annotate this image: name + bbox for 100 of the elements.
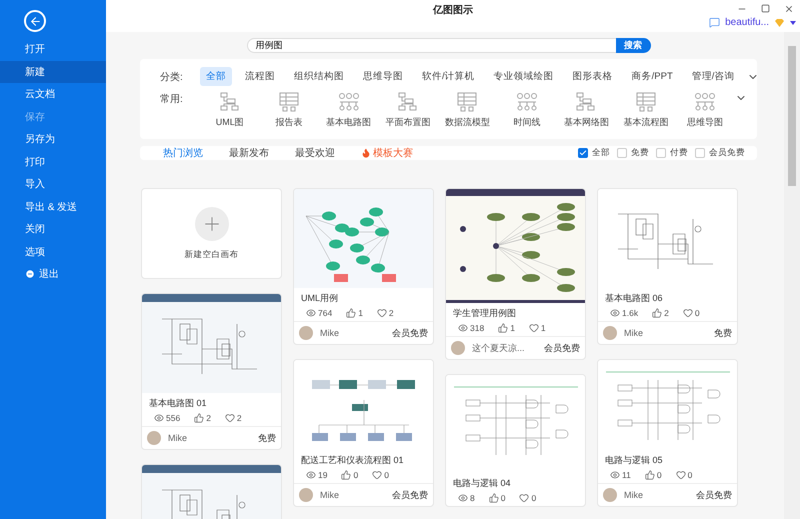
template-card[interactable]: 学生管理用例图 318 1 1 这个夏天凉... 会员免费 bbox=[445, 188, 586, 360]
sort-tab[interactable]: 热门浏览 bbox=[163, 146, 203, 160]
avatar bbox=[451, 341, 465, 355]
price-filter[interactable]: 免费 bbox=[617, 147, 649, 159]
favorites-count: 2 bbox=[224, 413, 242, 423]
common-diagram-type[interactable]: 基本流程图 bbox=[616, 92, 676, 129]
common-diagram-type[interactable]: 报告表 bbox=[259, 92, 319, 129]
sidebar-item[interactable]: 导出 & 发送 bbox=[0, 196, 106, 218]
template-title: 配送工艺和仪表流程图 01 bbox=[300, 454, 405, 467]
search-button[interactable]: 搜索 bbox=[616, 38, 650, 53]
diagram-type-icon bbox=[278, 92, 300, 112]
new-blank-canvas-card[interactable]: 新建空白画布 bbox=[141, 188, 282, 279]
sort-tab[interactable]: 最受欢迎 bbox=[295, 146, 335, 160]
favorites-count: 0 bbox=[676, 470, 692, 480]
common-diagram-type[interactable]: UML图 bbox=[200, 92, 260, 129]
common-diagram-type[interactable]: 数据流模型 bbox=[438, 92, 498, 129]
sidebar-item[interactable]: 关闭 bbox=[0, 218, 106, 240]
template-card[interactable]: 配送工艺和仪表流程图 01 19 0 0 Mike 会员免费 bbox=[293, 359, 434, 507]
search-field[interactable]: 用例图 bbox=[246, 38, 616, 53]
category-chip[interactable]: 专业领域绘图 bbox=[488, 67, 560, 86]
avatar bbox=[299, 488, 313, 502]
checkbox[interactable] bbox=[617, 148, 627, 158]
flame-icon bbox=[361, 148, 371, 158]
price-filter[interactable]: 全部 bbox=[578, 147, 610, 159]
checkbox[interactable] bbox=[578, 148, 588, 158]
sidebar-item[interactable]: 选项 bbox=[0, 240, 106, 263]
favorites-count: 0 bbox=[682, 308, 700, 318]
heart-icon bbox=[376, 308, 387, 318]
diagram-type-icon bbox=[694, 92, 716, 112]
author-name[interactable]: Mike bbox=[624, 490, 689, 500]
category-chip[interactable]: 思维导图 bbox=[357, 67, 409, 86]
views-count: 8 bbox=[458, 493, 475, 503]
thumbs-up-icon bbox=[194, 413, 204, 423]
price-label: 免费 bbox=[714, 326, 732, 340]
close-icon bbox=[784, 4, 794, 14]
template-title: 学生管理用例图 bbox=[452, 307, 517, 320]
diagram-type-icon bbox=[634, 92, 657, 112]
common-diagram-type[interactable]: 时间线 bbox=[497, 92, 557, 129]
sidebar-item[interactable]: 打印 bbox=[0, 150, 106, 173]
diamond-icon bbox=[774, 18, 785, 28]
price-label: 会员免费 bbox=[392, 326, 428, 340]
sidebar-item[interactable]: 打开 bbox=[0, 38, 106, 60]
template-card[interactable]: 电路与逻辑 05 11 0 0 Mike 会员免费 bbox=[597, 359, 738, 507]
eye-icon bbox=[458, 493, 468, 503]
category-chip[interactable]: 组织结构图 bbox=[288, 67, 350, 86]
back-button[interactable] bbox=[24, 10, 46, 32]
template-card[interactable]: UML用例 764 1 2 Mike 会员免费 bbox=[293, 188, 434, 345]
avatar bbox=[603, 326, 617, 340]
author-name[interactable]: Mike bbox=[320, 490, 385, 500]
author-name[interactable]: Mike bbox=[168, 433, 251, 443]
likes-count: 2 bbox=[194, 413, 211, 423]
diagram-type-icon bbox=[516, 92, 538, 112]
common-diagram-type[interactable]: 基本电路图 bbox=[318, 92, 378, 129]
template-title: 电路与逻辑 04 bbox=[452, 477, 512, 490]
favorites-count: 2 bbox=[376, 308, 394, 318]
checkbox[interactable] bbox=[695, 148, 705, 158]
views-count: 764 bbox=[306, 308, 332, 318]
common-label: 常用: bbox=[160, 92, 184, 106]
caret-icon[interactable] bbox=[790, 20, 796, 24]
likes-count: 1 bbox=[498, 323, 515, 333]
category-chip[interactable]: 管理/咨询 bbox=[686, 67, 740, 86]
author-name[interactable]: Mike bbox=[320, 328, 385, 338]
template-card[interactable]: 基本电路图 01 556 2 2 Mike 免费 bbox=[141, 293, 282, 450]
author-name[interactable]: Mike bbox=[624, 328, 707, 338]
heart-icon bbox=[519, 493, 530, 503]
sidebar-item[interactable]: 云文档 bbox=[0, 83, 106, 106]
price-filter[interactable]: 会员免费 bbox=[695, 147, 745, 159]
template-title: 基本电路图 01 bbox=[148, 397, 208, 410]
likes-count: 0 bbox=[644, 470, 662, 480]
diagram-type-icon bbox=[338, 92, 360, 112]
template-card[interactable]: 基本电路图 06 1.6k 2 0 Mike 免费 bbox=[597, 188, 738, 345]
category-chip[interactable]: 软件/计算机 bbox=[416, 67, 481, 86]
sidebar-item[interactable]: 退出 bbox=[0, 263, 106, 286]
category-chip[interactable]: 图形表格 bbox=[566, 67, 619, 86]
diagram-type-icon bbox=[456, 92, 478, 112]
author-name[interactable]: 这个夏天凉... bbox=[472, 342, 537, 354]
price-label: 会员免费 bbox=[392, 488, 428, 502]
heart-icon bbox=[224, 413, 235, 423]
user-name[interactable]: beautifu... bbox=[725, 17, 769, 28]
template-card[interactable]: 电路与逻辑 04 8 0 0 bbox=[445, 374, 586, 507]
eye-icon bbox=[306, 308, 316, 318]
heart-icon bbox=[372, 470, 382, 480]
sidebar-item[interactable]: 导入 bbox=[0, 173, 106, 196]
thumbs-up-icon bbox=[498, 323, 508, 333]
category-chip[interactable]: 流程图 bbox=[239, 67, 281, 86]
common-diagram-type[interactable]: 基本网络图 bbox=[556, 92, 616, 129]
views-count: 19 bbox=[306, 470, 328, 480]
price-filter[interactable]: 付费 bbox=[656, 147, 688, 159]
common-diagram-type[interactable]: 平面布置图 bbox=[378, 92, 438, 129]
price-label: 会员免费 bbox=[544, 342, 580, 354]
price-label: 免费 bbox=[258, 432, 276, 444]
eye-icon bbox=[610, 470, 620, 480]
category-chip[interactable]: 商务/PPT bbox=[626, 67, 679, 86]
category-chip[interactable]: 全部 bbox=[200, 67, 232, 86]
checkbox[interactable] bbox=[656, 148, 666, 158]
sidebar-item[interactable]: 另存为 bbox=[0, 128, 106, 150]
sidebar-item[interactable]: 新建 bbox=[0, 60, 106, 83]
scrollbar[interactable] bbox=[784, 32, 800, 519]
sort-tab[interactable]: 最新发布 bbox=[229, 146, 269, 160]
common-diagram-type[interactable]: 思维导图 bbox=[676, 92, 735, 129]
